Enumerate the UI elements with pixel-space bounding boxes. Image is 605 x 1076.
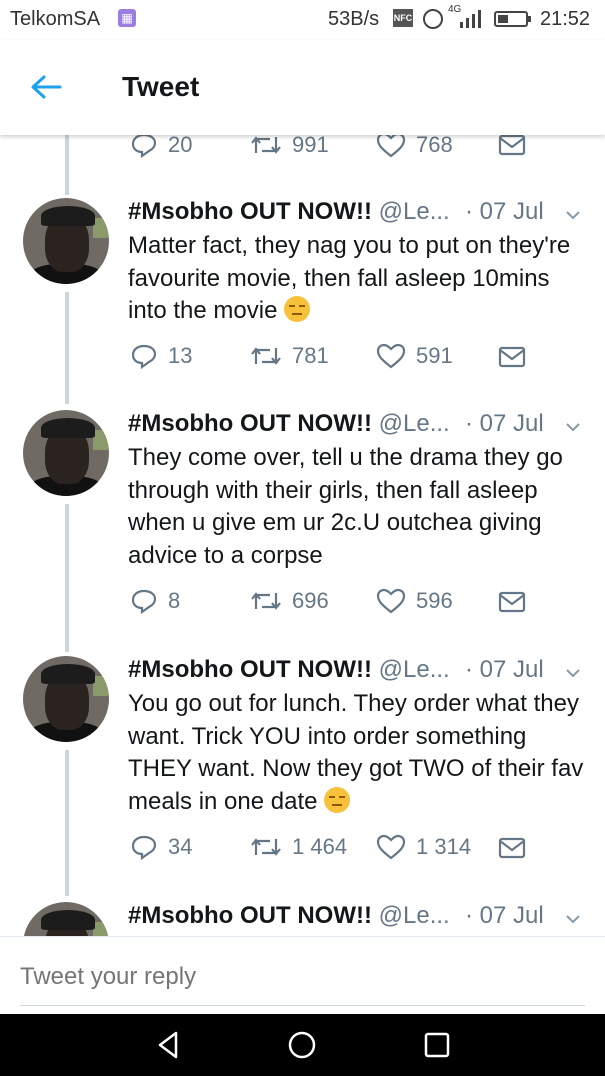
like-count: 1 314 xyxy=(416,834,472,859)
tweet-text: You go out for lunch. They order what th… xyxy=(128,690,584,815)
dm-button[interactable] xyxy=(498,134,536,156)
battery-icon xyxy=(494,11,531,27)
retweet-icon xyxy=(251,136,281,154)
reply-count: 8 xyxy=(168,588,181,613)
reply-count: 13 xyxy=(168,343,193,368)
tweet-date: · 07 Jul xyxy=(465,656,544,683)
reply-button[interactable]: 34 xyxy=(130,834,192,860)
chevron-down-icon[interactable] xyxy=(566,666,580,680)
network-speed: 53B/s xyxy=(328,8,380,30)
tweet-date: · 07 Jul xyxy=(465,410,544,437)
signal-icon xyxy=(460,10,481,28)
user-handle[interactable]: @Le... xyxy=(379,902,450,929)
back-arrow-icon[interactable] xyxy=(30,74,62,100)
like-button[interactable]: 596 xyxy=(376,588,453,614)
retweet-icon xyxy=(251,592,281,610)
like-button[interactable]: 591 xyxy=(376,343,453,369)
chevron-down-icon[interactable] xyxy=(566,420,580,434)
heart-icon xyxy=(376,588,406,614)
user-handle[interactable]: @Le... xyxy=(379,410,450,437)
carrier-label: TelkomSA xyxy=(10,8,101,30)
thread-line xyxy=(65,750,69,896)
dm-button[interactable] xyxy=(498,591,536,613)
reply-count: 20 xyxy=(168,132,193,157)
like-count: 596 xyxy=(416,588,453,613)
chevron-down-icon[interactable] xyxy=(566,912,580,926)
thread-line xyxy=(65,504,69,652)
like-button[interactable]: 1 314 xyxy=(376,834,471,860)
retweet-button[interactable]: 1 464 xyxy=(250,834,347,860)
reply-icon xyxy=(131,835,157,860)
tweet-header: #Msobho OUT NOW!! @Le... xyxy=(128,410,450,438)
nav-recents-icon[interactable] xyxy=(422,1030,452,1060)
app-bar: Tweet xyxy=(0,40,605,135)
nav-back-icon[interactable] xyxy=(154,1030,184,1060)
status-bar: TelkomSA ▦ 53B/s NFC 4G 21:52 xyxy=(0,0,605,40)
reply-input[interactable] xyxy=(20,963,580,991)
like-count: 768 xyxy=(416,132,453,157)
envelope-icon xyxy=(498,134,526,156)
tweet-date: · 07 Jul xyxy=(465,902,544,929)
tweet-text: They come over, tell u the drama they go… xyxy=(128,444,563,569)
display-name[interactable]: #Msobho OUT NOW!! xyxy=(128,410,372,437)
heart-icon xyxy=(376,834,406,860)
avatar[interactable] xyxy=(23,198,109,284)
like-button[interactable]: 768 xyxy=(376,132,453,158)
envelope-icon xyxy=(498,837,526,859)
retweet-icon xyxy=(251,838,281,856)
envelope-icon xyxy=(498,346,526,368)
avatar[interactable] xyxy=(23,410,109,496)
retweet-count: 991 xyxy=(292,132,329,157)
alarm-icon xyxy=(423,9,443,29)
reply-composer xyxy=(0,936,605,1015)
page-title: Tweet xyxy=(122,71,200,102)
reply-button[interactable]: 20 xyxy=(130,132,192,158)
chevron-down-icon[interactable] xyxy=(566,208,580,222)
unamused-face-emoji xyxy=(324,786,351,813)
tweet-header: #Msobho OUT NOW!! @Le... xyxy=(128,198,450,226)
nfc-icon: NFC xyxy=(393,9,413,27)
user-handle[interactable]: @Le... xyxy=(379,198,450,225)
clock: 21:52 xyxy=(540,8,591,30)
tweet-text: Matter fact, they nag you to put on they… xyxy=(128,232,571,324)
tweet-date: · 07 Jul xyxy=(465,198,544,225)
heart-icon xyxy=(376,132,406,158)
tweet-header: #Msobho OUT NOW!! @Le... xyxy=(128,656,450,684)
nav-home-icon[interactable] xyxy=(287,1030,317,1060)
sim-icon: ▦ xyxy=(118,9,136,27)
reply-count: 34 xyxy=(168,834,193,859)
reply-button[interactable]: 13 xyxy=(130,343,192,369)
heart-icon xyxy=(376,343,406,369)
dm-button[interactable] xyxy=(498,346,536,368)
retweet-count: 1 464 xyxy=(292,834,348,859)
input-underline xyxy=(20,1005,585,1006)
unamused-face-emoji xyxy=(284,296,311,322)
system-nav-bar xyxy=(0,1014,605,1076)
tweet-header: #Msobho OUT NOW!! @Le... xyxy=(128,902,450,930)
retweet-button[interactable]: 781 xyxy=(250,343,329,369)
retweet-button[interactable]: 696 xyxy=(250,588,329,614)
retweet-count: 781 xyxy=(292,343,329,368)
retweet-button[interactable]: 991 xyxy=(250,132,329,158)
avatar[interactable] xyxy=(23,656,109,742)
retweet-count: 696 xyxy=(292,588,329,613)
display-name[interactable]: #Msobho OUT NOW!! xyxy=(128,656,372,683)
reply-icon xyxy=(131,133,157,158)
display-name[interactable]: #Msobho OUT NOW!! xyxy=(128,902,372,929)
retweet-icon xyxy=(251,347,281,365)
envelope-icon xyxy=(498,591,526,613)
reply-icon xyxy=(131,344,157,369)
dm-button[interactable] xyxy=(498,837,536,859)
thread-line xyxy=(65,292,69,404)
reply-icon xyxy=(131,589,157,614)
display-name[interactable]: #Msobho OUT NOW!! xyxy=(128,198,372,225)
user-handle[interactable]: @Le... xyxy=(379,656,450,683)
reply-button[interactable]: 8 xyxy=(130,588,180,614)
like-count: 591 xyxy=(416,343,453,368)
